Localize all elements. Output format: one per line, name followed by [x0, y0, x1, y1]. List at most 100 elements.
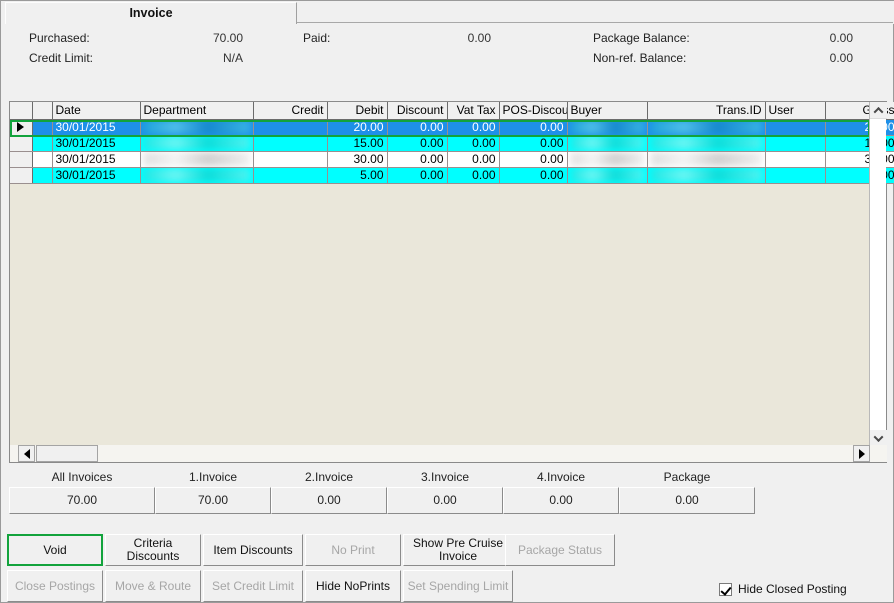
scroll-left-button[interactable]: [18, 445, 35, 462]
row-spacer-cell[interactable]: [32, 119, 53, 136]
cell-department-redacted[interactable]: [140, 119, 254, 136]
cell-trans_id-redacted[interactable]: [647, 167, 766, 184]
scroll-up-button[interactable]: [870, 102, 887, 119]
cell-user[interactable]: [765, 151, 826, 168]
cell-pos_discou[interactable]: 0.00: [499, 167, 568, 184]
show-pre-cruise-invoice-button[interactable]: Show Pre Cruise Invoice: [403, 534, 513, 566]
postings-table-body: 30/01/201520.000.000.000.0020.001230/01/…: [10, 119, 894, 184]
cell-credit[interactable]: [253, 167, 328, 184]
table-row[interactable]: 30/01/201530.000.000.000.0030.0078: [10, 151, 894, 168]
cell-date[interactable]: 30/01/2015: [52, 167, 141, 184]
column-header-credit[interactable]: Credit: [253, 102, 328, 120]
column-header-date[interactable]: Date: [52, 102, 141, 120]
cell-user[interactable]: [765, 167, 826, 184]
total-group: 4.Invoice 0.00: [503, 469, 619, 514]
table-row[interactable]: 30/01/201520.000.000.000.0020.0012: [10, 119, 894, 136]
row-spacer-cell[interactable]: [32, 167, 53, 184]
column-header-trans_id[interactable]: Trans.ID: [647, 102, 766, 120]
hide-noprints-button[interactable]: Hide NoPrints: [305, 570, 401, 602]
column-header-department[interactable]: Department: [140, 102, 254, 120]
total-group: All Invoices 70.00: [9, 469, 155, 514]
cell-department-redacted[interactable]: [140, 151, 254, 168]
row-spacer-cell[interactable]: [32, 151, 53, 168]
column-header-vat_tax[interactable]: Vat Tax: [447, 102, 500, 120]
total-label: Package: [663, 470, 711, 484]
cell-credit[interactable]: [253, 119, 328, 136]
tab-strip-divider: [297, 22, 893, 23]
cell-pos_discou[interactable]: 0.00: [499, 151, 568, 168]
column-header-user[interactable]: User: [765, 102, 826, 120]
total-value[interactable]: 0.00: [503, 487, 619, 514]
column-header-debit[interactable]: Debit: [327, 102, 388, 120]
cell-trans_id-redacted[interactable]: [647, 119, 766, 136]
cell-user[interactable]: [765, 119, 826, 136]
row-selector-cell[interactable]: [10, 151, 33, 168]
grid-horizontal-scrollbar[interactable]: [10, 445, 887, 462]
checkbox-checked-icon[interactable]: [719, 582, 732, 596]
total-label: 1.Invoice: [188, 470, 238, 484]
cell-debit[interactable]: 5.00: [327, 167, 388, 184]
row-selector-cell[interactable]: [10, 119, 33, 136]
cell-buyer-redacted[interactable]: [567, 167, 648, 184]
total-value[interactable]: 0.00: [271, 487, 387, 514]
cell-department-redacted[interactable]: [140, 167, 254, 184]
set-spending-limit-button: Set Spending Limit: [403, 570, 513, 602]
cell-buyer-redacted[interactable]: [567, 135, 648, 152]
cell-credit[interactable]: [253, 151, 328, 168]
cell-discount[interactable]: 0.00: [387, 135, 448, 152]
table-row[interactable]: 30/01/201515.000.000.000.0015.00: [10, 135, 894, 152]
cell-date[interactable]: 30/01/2015: [52, 119, 141, 136]
table-row[interactable]: 30/01/20155.000.000.000.005.00: [10, 167, 894, 184]
cell-debit[interactable]: 20.00: [327, 119, 388, 136]
column-header-buyer[interactable]: Buyer: [567, 102, 648, 120]
total-group: 3.Invoice 0.00: [387, 469, 503, 514]
grid-vertical-scrollbar[interactable]: [869, 102, 887, 447]
cell-vat_tax[interactable]: 0.00: [447, 151, 500, 168]
total-label: 2.Invoice: [304, 470, 354, 484]
total-value[interactable]: 70.00: [9, 487, 155, 514]
cell-trans_id-redacted[interactable]: [647, 135, 766, 152]
cell-credit[interactable]: [253, 135, 328, 152]
cell-vat_tax[interactable]: 0.00: [447, 119, 500, 136]
redacted-content: [650, 152, 762, 166]
row-spacer-cell[interactable]: [32, 135, 53, 152]
cell-discount[interactable]: 0.00: [387, 119, 448, 136]
cell-pos_discou[interactable]: 0.00: [499, 135, 568, 152]
cell-department-redacted[interactable]: [140, 135, 254, 152]
horizontal-scroll-thumb[interactable]: [36, 445, 98, 462]
total-value[interactable]: 70.00: [155, 487, 271, 514]
cell-vat_tax[interactable]: 0.00: [447, 167, 500, 184]
column-header-spacer[interactable]: [32, 102, 53, 120]
cell-pos_discou[interactable]: 0.00: [499, 119, 568, 136]
redacted-content: [570, 168, 644, 182]
total-value[interactable]: 0.00: [387, 487, 503, 514]
postings-grid[interactable]: Date Department Credit Debit Discount Vat Tax…: [9, 101, 894, 463]
total-value[interactable]: 0.00: [619, 487, 755, 514]
void-button[interactable]: Void: [7, 534, 103, 566]
column-header-marker[interactable]: [10, 102, 33, 120]
column-header-pos_discou[interactable]: POS-Discou: [499, 102, 568, 120]
current-row-marker-icon: [17, 122, 25, 132]
total-label: 3.Invoice: [420, 470, 470, 484]
cell-vat_tax[interactable]: 0.00: [447, 135, 500, 152]
tab-invoice[interactable]: Invoice: [5, 2, 297, 24]
hide-closed-posting-checkbox[interactable]: Hide Closed Posting: [719, 582, 847, 596]
cell-date[interactable]: 30/01/2015: [52, 151, 141, 168]
redacted-content: [570, 120, 644, 134]
cell-buyer-redacted[interactable]: [567, 119, 648, 136]
cell-discount[interactable]: 0.00: [387, 151, 448, 168]
row-selector-cell[interactable]: [10, 135, 33, 152]
row-selector-cell[interactable]: [10, 167, 33, 184]
scroll-right-button[interactable]: [853, 445, 870, 462]
cell-discount[interactable]: 0.00: [387, 167, 448, 184]
criteria-discounts-button[interactable]: Criteria Discounts: [105, 534, 201, 566]
item-discounts-button[interactable]: Item Discounts: [203, 534, 303, 566]
cell-buyer-redacted[interactable]: [567, 151, 648, 168]
cell-trans_id-redacted[interactable]: [647, 151, 766, 168]
cell-date[interactable]: 30/01/2015: [52, 135, 141, 152]
column-header-discount[interactable]: Discount: [387, 102, 448, 120]
total-group: 1.Invoice 70.00: [155, 469, 271, 514]
cell-user[interactable]: [765, 135, 826, 152]
cell-debit[interactable]: 15.00: [327, 135, 388, 152]
cell-debit[interactable]: 30.00: [327, 151, 388, 168]
